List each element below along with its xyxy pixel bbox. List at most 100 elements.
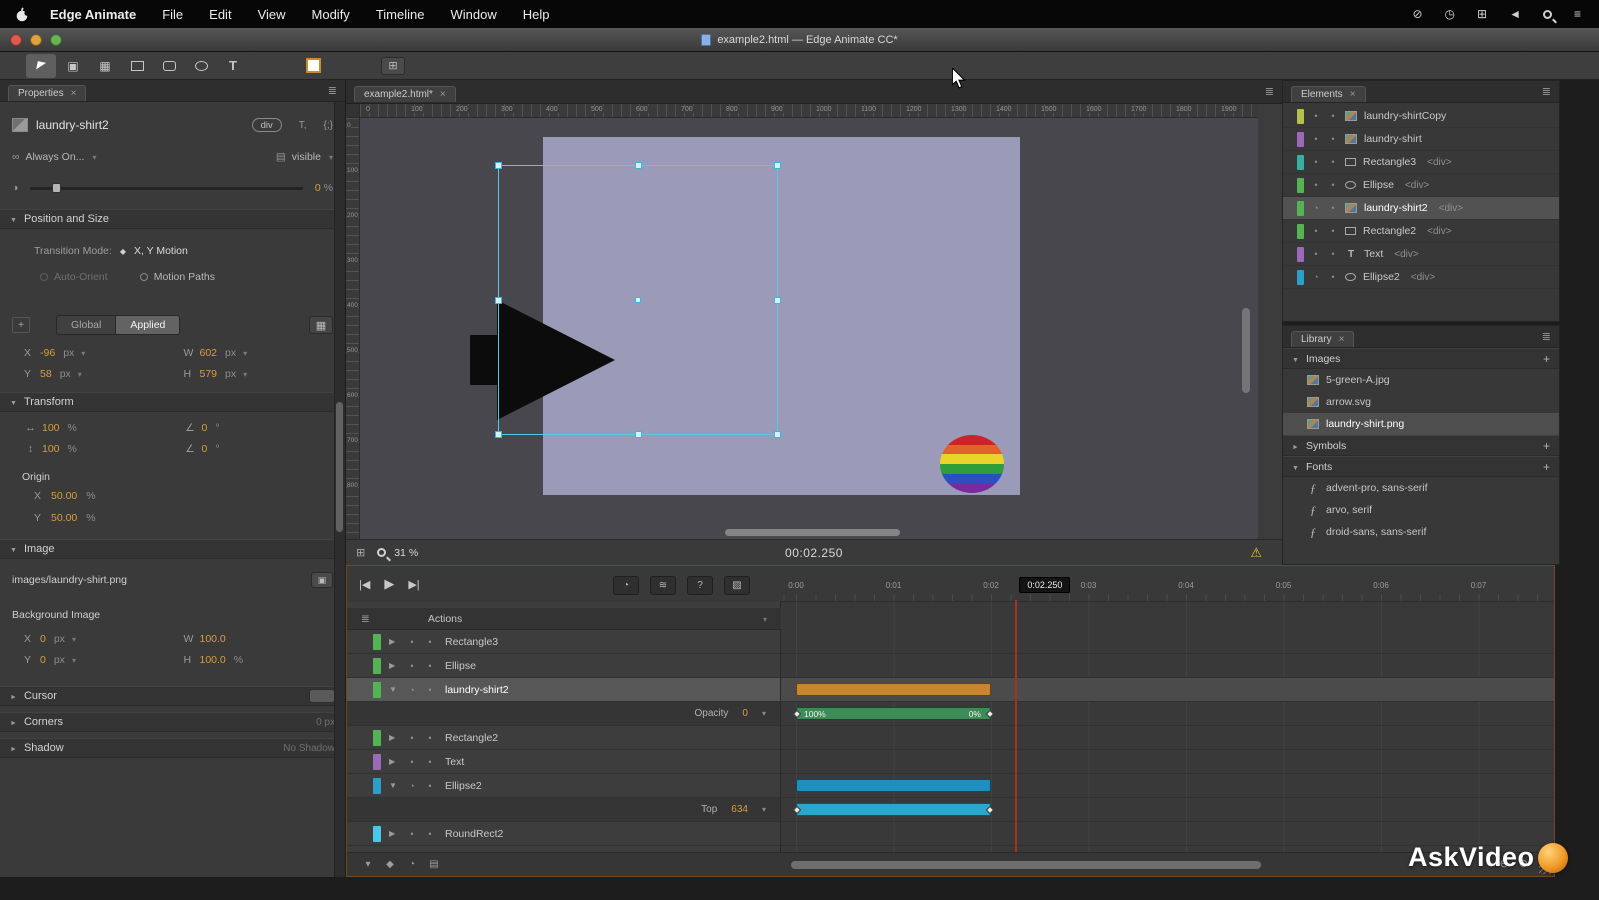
- stage-canvas[interactable]: [360, 118, 1258, 539]
- window-titlebar[interactable]: example2.html — Edge Animate CC*: [0, 28, 1599, 52]
- section-position-size[interactable]: Position and Size: [0, 209, 345, 229]
- apple-menu-icon[interactable]: [16, 7, 29, 22]
- visibility-toggle[interactable]: •: [407, 661, 417, 671]
- selection-handle[interactable]: [774, 162, 781, 169]
- color-swatch[interactable]: [306, 58, 321, 73]
- element-row-rectangle3[interactable]: • • Rectangle3 <div>: [1283, 151, 1559, 174]
- rainbow-ellipse[interactable]: [940, 435, 1004, 493]
- bg-y-value[interactable]: 0: [40, 654, 46, 666]
- visibility-toggle[interactable]: •: [1311, 134, 1321, 144]
- timeline-track[interactable]: [781, 774, 1554, 797]
- lock-toggle[interactable]: •: [1328, 226, 1338, 236]
- library-section-images[interactable]: Images +: [1283, 348, 1559, 369]
- global-button[interactable]: Global: [56, 315, 116, 335]
- chevron-down-icon[interactable]: [241, 347, 247, 359]
- h-value[interactable]: 579: [200, 368, 218, 380]
- close-tab-icon[interactable]: [1350, 89, 1356, 100]
- css-class-icon[interactable]: T,: [299, 120, 307, 131]
- section-transform[interactable]: Transform: [0, 392, 345, 412]
- scrollbar-thumb[interactable]: [336, 402, 343, 532]
- library-item-arvo-serif[interactable]: ƒ arvo, serif: [1283, 499, 1559, 521]
- properties-scrollbar[interactable]: [334, 102, 345, 877]
- opacity-slider-thumb[interactable]: [52, 182, 62, 193]
- transform-tool[interactable]: [58, 54, 88, 78]
- close-tab-icon[interactable]: [1339, 334, 1345, 345]
- lock-toggle[interactable]: •: [1328, 180, 1338, 190]
- library-item-arrow-svg[interactable]: arrow.svg: [1283, 391, 1559, 413]
- visibility-toggle[interactable]: •: [407, 637, 417, 647]
- motion-paths-radio[interactable]: [139, 273, 148, 281]
- dropdown-caret-icon[interactable]: ▾: [762, 709, 766, 718]
- origin-x-value[interactable]: 50.00: [51, 490, 77, 502]
- playhead-time-badge[interactable]: 0:02.250: [1019, 577, 1071, 593]
- lock-toggle[interactable]: •: [425, 829, 435, 839]
- keyframe-diamond[interactable]: [792, 709, 802, 719]
- row-list-icon[interactable]: [361, 613, 370, 625]
- chevron-down-icon[interactable]: [79, 347, 85, 359]
- menu-app-name[interactable]: Edge Animate: [37, 4, 149, 25]
- selection-handle[interactable]: [635, 162, 642, 169]
- visibility-toggle[interactable]: •: [1311, 226, 1321, 236]
- menu-item-view[interactable]: View: [245, 4, 299, 25]
- lock-toggle[interactable]: •: [1328, 134, 1338, 144]
- menu-item-timeline[interactable]: Timeline: [363, 4, 438, 25]
- timeline-row-ellipse2[interactable]: ▼ ◔ • Ellipse2: [347, 774, 1554, 798]
- timeline-track[interactable]: [781, 726, 1554, 749]
- bg-h-value[interactable]: 100.0: [200, 654, 226, 666]
- volume-icon[interactable]: ◄: [1509, 7, 1521, 21]
- zoom-window-button[interactable]: [50, 34, 62, 46]
- chevron-down-icon[interactable]: [241, 368, 247, 380]
- zoom-icon[interactable]: [377, 548, 387, 557]
- lock-toggle[interactable]: •: [425, 781, 435, 791]
- library-item-laundry-shirt-png[interactable]: laundry-shirt.png: [1283, 413, 1559, 435]
- chevron-down-icon[interactable]: [70, 654, 76, 666]
- timeline-horizontal-scrollbar[interactable]: [791, 861, 1261, 869]
- disclosure-triangle[interactable]: ▼: [389, 781, 399, 790]
- add-item-button[interactable]: +: [1543, 439, 1550, 453]
- animation-span[interactable]: [796, 683, 991, 696]
- time-machine-icon[interactable]: ⊘: [1412, 7, 1422, 21]
- rectangle-tool[interactable]: [122, 54, 152, 78]
- chevron-down-icon[interactable]: [76, 368, 82, 380]
- visibility-toggle[interactable]: •: [1311, 180, 1321, 190]
- close-tab-icon[interactable]: [71, 88, 77, 99]
- selection-handle[interactable]: [495, 431, 502, 438]
- timeline-track[interactable]: [781, 678, 1554, 701]
- disclosure-triangle[interactable]: ▶: [389, 733, 399, 742]
- timeline-track[interactable]: [781, 630, 1554, 653]
- skew-value[interactable]: 0: [202, 443, 208, 455]
- lock-toggle[interactable]: •: [1328, 157, 1338, 167]
- lock-toggle[interactable]: •: [425, 685, 435, 695]
- bg-x-value[interactable]: 0: [40, 633, 46, 645]
- minimize-window-button[interactable]: [30, 34, 42, 46]
- origin-y-value[interactable]: 50.00: [51, 512, 77, 524]
- timeline-property-value[interactable]: 634: [731, 804, 748, 815]
- menu-item-file[interactable]: File: [149, 4, 196, 25]
- menu-item-edit[interactable]: Edit: [196, 4, 244, 25]
- notification-list-icon[interactable]: ≡: [1574, 7, 1581, 21]
- stage-vertical-scrollbar[interactable]: [1242, 308, 1250, 393]
- auto-transition-button[interactable]: [650, 576, 676, 595]
- add-item-button[interactable]: +: [1543, 352, 1550, 366]
- clock-icon[interactable]: ◷: [1445, 7, 1455, 21]
- tab-example2[interactable]: example2.html*: [354, 85, 456, 102]
- disclosure-triangle[interactable]: ▶: [389, 829, 399, 838]
- cursor-auto-button[interactable]: [309, 689, 335, 703]
- element-row-ellipse2[interactable]: ◔ • Ellipse2 <div>: [1283, 266, 1559, 289]
- timeline-track[interactable]: 100% 0%: [781, 702, 1554, 725]
- visibility-toggle[interactable]: •: [407, 829, 417, 839]
- warning-icon[interactable]: [1250, 545, 1262, 561]
- timeline-ruler[interactable]: 0:00 0:01 0:02 0:03 0:04 0:05 0:06 0:07: [781, 574, 1554, 602]
- actions-search-icon[interactable]: {;}: [324, 120, 333, 131]
- close-tab-icon[interactable]: [440, 89, 446, 100]
- disclosure-triangle[interactable]: ▶: [389, 757, 399, 766]
- stopwatch-filter-icon[interactable]: ◔: [401, 859, 423, 870]
- auto-orient-radio[interactable]: [40, 273, 48, 281]
- disclosure-triangle[interactable]: ▼: [389, 685, 399, 694]
- panel-menu-icon[interactable]: [1542, 85, 1551, 98]
- grid-toggle-icon[interactable]: [356, 546, 365, 559]
- menu-item-modify[interactable]: Modify: [299, 4, 363, 25]
- timeline-row-roundrect2[interactable]: ▶ • • RoundRect2: [347, 822, 1554, 846]
- panel-menu-icon[interactable]: [328, 84, 337, 97]
- zoom-level[interactable]: 31 %: [394, 547, 418, 559]
